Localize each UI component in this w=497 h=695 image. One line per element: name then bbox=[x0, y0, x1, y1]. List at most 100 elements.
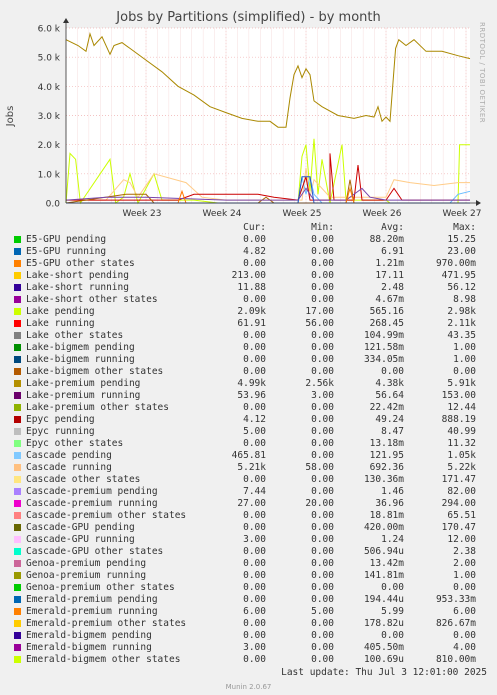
legend-swatch bbox=[14, 392, 21, 399]
legend-series-name: Emerald-premium pending bbox=[26, 594, 158, 605]
y-tick-label: 5.0 k bbox=[38, 54, 61, 64]
legend-avg-value: 8.47 bbox=[381, 426, 404, 437]
legend-avg-value: 56.64 bbox=[375, 390, 404, 401]
legend-series-name: Lake-bigmem other states bbox=[26, 366, 164, 377]
legend-max-value: 4.00 bbox=[453, 642, 476, 653]
legend-cur-value: 213.00 bbox=[231, 270, 266, 281]
legend-min-value: 0.00 bbox=[311, 414, 334, 425]
legend-row: E5-GPU other states 0.00 0.00 1.21m 970.00m bbox=[0, 258, 497, 270]
legend-max-value: 294.00 bbox=[441, 498, 476, 509]
legend-max-value: 0.00 bbox=[453, 630, 476, 641]
legend-max-value: 12.44 bbox=[447, 402, 476, 413]
legend-max-value: 0.00 bbox=[453, 366, 476, 377]
legend-series-name: Lake-premium pending bbox=[26, 378, 141, 389]
legend-swatch bbox=[14, 404, 21, 411]
legend-series-name: E5-GPU running bbox=[26, 246, 107, 257]
legend-row: Cascade-GPU pending 0.00 0.00 420.00m 170.47 bbox=[0, 522, 497, 534]
legend-row: Emerald-bigmem pending 0.00 0.00 0.00 0.00 bbox=[0, 630, 497, 642]
legend-min-value: 0.00 bbox=[311, 486, 334, 497]
legend-avg-value: 100.69u bbox=[363, 654, 404, 665]
legend-cur-value: 0.00 bbox=[243, 522, 266, 533]
legend-min-value: 0.00 bbox=[311, 342, 334, 353]
legend-header-cur: Cur: bbox=[243, 222, 266, 233]
legend-series-name: Cascade running bbox=[26, 462, 112, 473]
legend-cur-value: 3.00 bbox=[243, 642, 266, 653]
legend-series-name: Epyc running bbox=[26, 426, 95, 437]
legend-cur-value: 0.00 bbox=[243, 546, 266, 557]
legend-swatch bbox=[14, 512, 21, 519]
legend-avg-value: 194.44u bbox=[363, 594, 404, 605]
legend-max-value: 65.51 bbox=[447, 510, 476, 521]
legend-max-value: 888.19 bbox=[441, 414, 476, 425]
legend-swatch bbox=[14, 632, 21, 639]
legend-min-value: 0.00 bbox=[311, 510, 334, 521]
last-update: Last update: Thu Jul 3 12:01:00 2025 bbox=[281, 667, 487, 678]
legend-series-name: Cascade-GPU pending bbox=[26, 522, 135, 533]
legend-series-name: Lake-short other states bbox=[26, 294, 158, 305]
legend-avg-value: 565.16 bbox=[369, 306, 404, 317]
legend-max-value: 11.32 bbox=[447, 438, 476, 449]
legend-swatch bbox=[14, 344, 21, 351]
munin-version: Munin 2.0.67 bbox=[225, 683, 272, 691]
x-tick-label: Week 24 bbox=[203, 209, 242, 219]
legend-cur-value: 0.00 bbox=[243, 618, 266, 629]
legend-swatch bbox=[14, 452, 21, 459]
legend-avg-value: 2.48 bbox=[381, 282, 404, 293]
legend-avg-value: 121.95 bbox=[369, 450, 404, 461]
legend-row: Genoa-premium pending 0.00 0.00 13.42m 2.00 bbox=[0, 558, 497, 570]
legend-row: Lake-short running 11.88 0.00 2.48 56.12 bbox=[0, 282, 497, 294]
legend-avg-value: 4.38k bbox=[375, 378, 404, 389]
x-tick-label: Week 25 bbox=[283, 209, 322, 219]
legend-avg-value: 17.11 bbox=[375, 270, 404, 281]
chart-plot: 0.0 1.0 k 2.0 k 3.0 k 4.0 k 5.0 k 6.0 k Week 23… bbox=[5, 18, 481, 219]
legend-cur-value: 0.00 bbox=[243, 510, 266, 521]
legend-max-value: 810.00m bbox=[435, 654, 476, 665]
legend-avg-value: 18.81m bbox=[369, 510, 404, 521]
legend-series-name: Epyc other states bbox=[26, 438, 124, 449]
legend-swatch bbox=[14, 656, 21, 663]
legend-swatch bbox=[14, 596, 21, 603]
legend-avg-value: 36.96 bbox=[375, 498, 404, 509]
legend-row: Lake-bigmem pending 0.00 0.00 121.58m 1.00 bbox=[0, 342, 497, 354]
legend-max-value: 153.00 bbox=[441, 390, 476, 401]
y-axis-label: Jobs bbox=[5, 106, 16, 128]
legend-avg-value: 0.00 bbox=[381, 630, 404, 641]
legend-cur-value: 2.09k bbox=[237, 306, 266, 317]
legend-row: Lake-premium pending 4.99k 2.56k 4.38k 5.91k bbox=[0, 378, 497, 390]
legend-avg-value: 5.99 bbox=[381, 606, 404, 617]
legend-avg-value: 6.91 bbox=[381, 246, 404, 257]
legend-cur-value: 0.00 bbox=[243, 630, 266, 641]
legend-min-value: 0.00 bbox=[311, 630, 334, 641]
legend-series-name: Genoa-premium running bbox=[26, 570, 147, 581]
legend-cur-value: 465.81 bbox=[231, 450, 266, 461]
legend-max-value: 5.22k bbox=[447, 462, 476, 473]
legend-row: Lake-short pending 213.00 0.00 17.11 471.95 bbox=[0, 270, 497, 282]
legend-cur-value: 11.88 bbox=[237, 282, 266, 293]
legend-avg-value: 88.20m bbox=[369, 234, 404, 245]
legend-min-value: 0.00 bbox=[311, 258, 334, 269]
x-axis-arrow bbox=[476, 200, 481, 206]
legend-min-value: 0.00 bbox=[311, 438, 334, 449]
legend-row: Epyc running 5.00 0.00 8.47 40.99 bbox=[0, 426, 497, 438]
legend-cur-value: 27.00 bbox=[237, 498, 266, 509]
legend-min-value: 0.00 bbox=[311, 450, 334, 461]
legend-max-value: 43.35 bbox=[447, 330, 476, 341]
legend-avg-value: 4.67m bbox=[375, 294, 404, 305]
legend-series-name: Cascade-premium other states bbox=[26, 510, 187, 521]
legend-avg-value: 0.00 bbox=[381, 366, 404, 377]
legend-max-value: 15.25 bbox=[447, 234, 476, 245]
y-tick-label: 2.0 k bbox=[38, 141, 61, 151]
legend-avg-value: 13.18m bbox=[369, 438, 404, 449]
legend-swatch bbox=[14, 644, 21, 651]
legend-cur-value: 0.00 bbox=[243, 258, 266, 269]
legend-series-name: Cascade-premium running bbox=[26, 498, 158, 509]
legend-cur-value: 0.00 bbox=[243, 558, 266, 569]
legend-swatch bbox=[14, 428, 21, 435]
legend-avg-value: 1.24 bbox=[381, 534, 404, 545]
legend-swatch bbox=[14, 260, 21, 267]
legend-series-name: Emerald-bigmem running bbox=[26, 642, 152, 653]
legend-avg-value: 268.45 bbox=[369, 318, 404, 329]
legend-avg-value: 334.05m bbox=[363, 354, 404, 365]
legend-cur-value: 4.99k bbox=[237, 378, 266, 389]
legend-max-value: 40.99 bbox=[447, 426, 476, 437]
